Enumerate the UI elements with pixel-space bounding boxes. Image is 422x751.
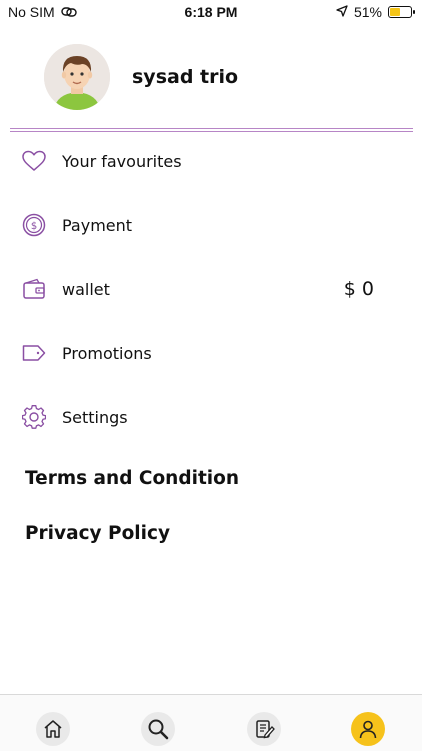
home-icon — [44, 720, 62, 738]
heart-icon — [22, 149, 46, 173]
battery-icon — [388, 6, 415, 18]
bottom-nav — [0, 694, 422, 751]
svg-text:$: $ — [31, 221, 37, 232]
wallet-balance: $ 0 — [343, 278, 374, 300]
menu-item-payment[interactable]: $ Payment — [0, 200, 422, 250]
location-arrow-icon — [336, 4, 348, 20]
menu-item-favourites[interactable]: Your favourites — [0, 136, 422, 186]
profile-header: sysad trio — [44, 44, 238, 110]
profile-icon — [359, 720, 377, 739]
tag-icon — [22, 341, 46, 365]
nav-home[interactable] — [36, 712, 70, 746]
menu-item-wallet[interactable]: wallet $ 0 — [0, 264, 422, 314]
orders-icon — [256, 720, 275, 739]
profile-divider — [10, 128, 413, 132]
menu-item-settings[interactable]: Settings — [0, 392, 422, 442]
status-bar: No SIM 6:18 PM 51% — [0, 0, 422, 24]
menu-item-label: wallet — [62, 279, 110, 299]
menu-item-label: Payment — [62, 215, 133, 235]
wallet-icon — [22, 277, 46, 301]
user-avatar-icon — [44, 44, 110, 110]
menu-item-label: Your favourites — [62, 151, 182, 171]
dollar-coin-icon: $ — [22, 213, 46, 237]
menu-item-label: Promotions — [62, 343, 152, 363]
battery-percent: 51% — [353, 4, 382, 20]
nav-orders[interactable] — [247, 712, 281, 746]
terms-link[interactable]: Terms and Condition — [25, 468, 239, 489]
avatar[interactable] — [44, 44, 110, 110]
status-right: 51% — [336, 4, 415, 20]
menu-item-label: Settings — [62, 407, 128, 427]
gear-icon — [22, 405, 46, 429]
search-icon — [148, 719, 169, 740]
battery-fill — [390, 8, 400, 16]
profile-name: sysad trio — [132, 66, 239, 88]
privacy-link[interactable]: Privacy Policy — [25, 523, 170, 544]
nav-search[interactable] — [141, 712, 175, 746]
nav-profile[interactable] — [351, 712, 385, 746]
menu-item-promotions[interactable]: Promotions — [0, 328, 422, 378]
